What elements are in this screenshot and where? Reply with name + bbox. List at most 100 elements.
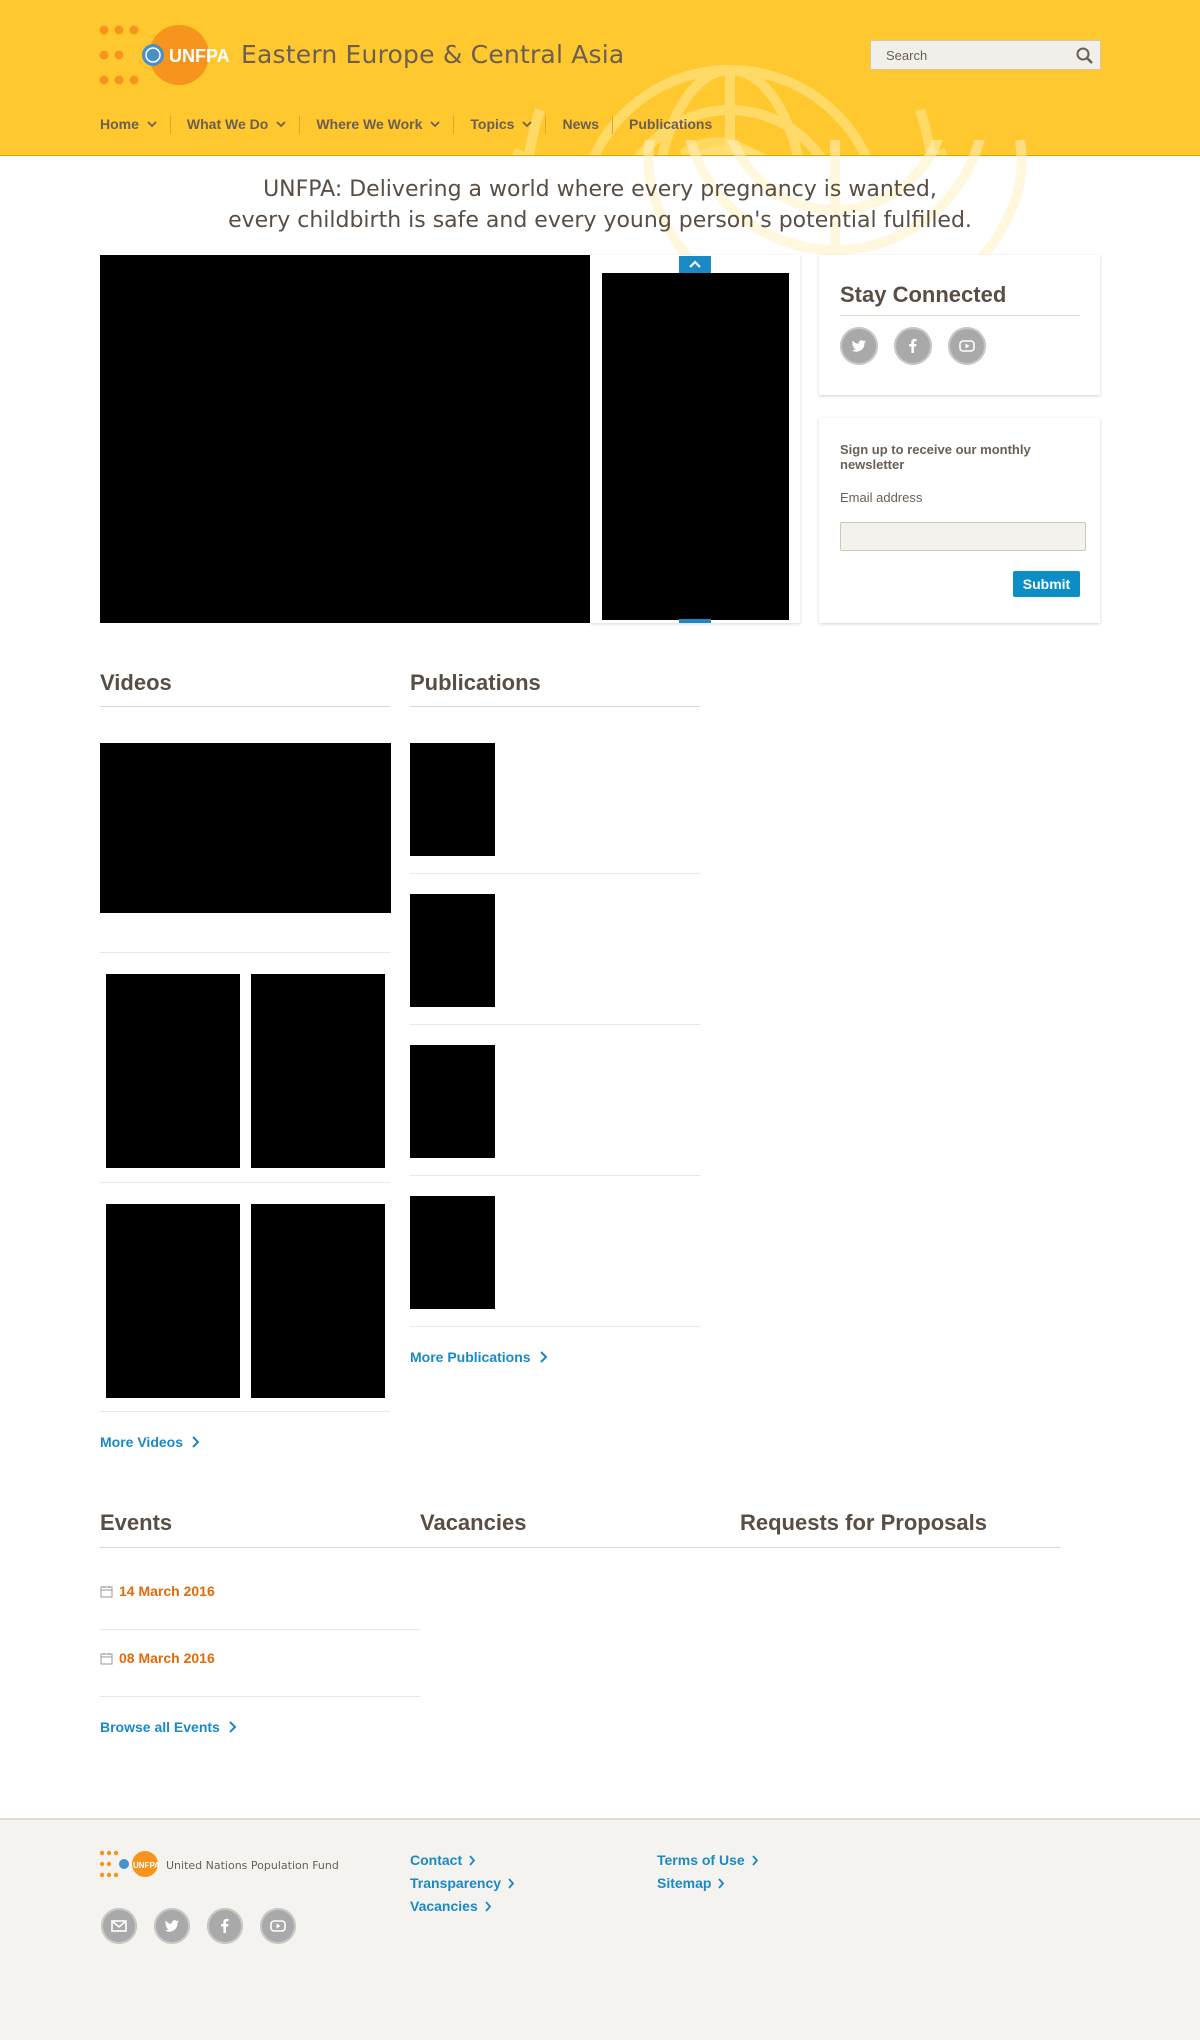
carousel-up-button[interactable] [679, 256, 711, 273]
nav-item-where-we-work[interactable]: Where We Work [316, 112, 455, 136]
publication-cover[interactable] [410, 1045, 495, 1158]
unfpa-logo-small[interactable]: UNFPA [99, 1850, 159, 1878]
footer-link-label: Vacancies [410, 1898, 478, 1914]
divider [100, 706, 390, 707]
requests-for-proposals-heading: Requests for Proposals [740, 1510, 987, 1535]
nav-label: Where We Work [316, 116, 423, 132]
divider [100, 1696, 420, 1697]
nav-label: Publications [629, 116, 713, 132]
chevron-right-icon [469, 1854, 476, 1866]
carousel-thumbnail-image[interactable] [602, 273, 789, 620]
footer-link-contact[interactable]: Contact [410, 1852, 476, 1868]
submit-button[interactable]: Submit [1013, 571, 1080, 597]
logo-text: UNFPA [133, 1861, 159, 1870]
chevron-up-icon [689, 260, 701, 268]
divider [410, 1326, 700, 1327]
nav-item-what-we-do[interactable]: What We Do [187, 112, 301, 136]
facebook-icon[interactable] [207, 1908, 243, 1944]
email-label: Email address [840, 490, 923, 505]
more-videos-link[interactable]: More Videos [100, 1434, 200, 1450]
calendar-icon [100, 1652, 113, 1664]
email-field[interactable] [840, 522, 1086, 551]
publications-heading: Publications [410, 670, 541, 695]
search-box[interactable] [870, 40, 1101, 70]
nav-item-news[interactable]: News [562, 112, 613, 136]
chevron-down-icon [276, 121, 286, 128]
divider [100, 1547, 1060, 1548]
newsletter-card: Sign up to receive our monthly newslette… [819, 418, 1100, 623]
event-date: 14 March 2016 [119, 1583, 215, 1599]
chevron-right-icon [539, 1351, 547, 1363]
browse-all-events-label: Browse all Events [100, 1719, 220, 1735]
chevron-down-icon [430, 121, 441, 128]
chevron-right-icon [485, 1900, 491, 1912]
twitter-icon[interactable] [840, 327, 878, 365]
tagline: UNFPA: Delivering a world where every pr… [0, 174, 1200, 236]
nav-label: Home [100, 116, 139, 132]
divider [100, 952, 390, 953]
footer-link-transparency[interactable]: Transparency [410, 1875, 515, 1891]
search-input[interactable] [871, 41, 1071, 69]
footer-org-name: United Nations Population Fund [166, 1859, 339, 1872]
divider [410, 706, 700, 707]
video-thumbnail[interactable] [251, 1204, 385, 1398]
video-thumbnail-featured[interactable] [100, 743, 391, 913]
site-title[interactable]: Eastern Europe & Central Asia [241, 40, 624, 69]
social-links [840, 327, 986, 365]
tagline-line-2: every childbirth is safe and every young… [228, 208, 972, 233]
event-item[interactable]: 08 March 2016 [100, 1650, 215, 1666]
facebook-icon[interactable] [894, 327, 932, 365]
event-item[interactable]: 14 March 2016 [100, 1583, 215, 1599]
more-publications-label: More Publications [410, 1349, 531, 1365]
publication-cover[interactable] [410, 743, 495, 856]
footer-link-sitemap[interactable]: Sitemap [657, 1875, 725, 1891]
site-header: UNFPA Eastern Europe & Central Asia Home… [0, 0, 1200, 156]
footer-link-label: Contact [410, 1852, 463, 1868]
twitter-icon[interactable] [154, 1908, 190, 1944]
vacancies-heading: Vacancies [420, 1510, 527, 1535]
featured-slide-image[interactable] [100, 255, 591, 623]
chevron-right-icon [718, 1877, 725, 1889]
newsletter-title: Sign up to receive our monthly newslette… [840, 442, 1031, 472]
footer-link-vacancies[interactable]: Vacancies [410, 1898, 492, 1914]
nav-item-topics[interactable]: Topics [470, 112, 547, 136]
main-nav: Home What We Do Where We Work Topics New… [100, 110, 742, 138]
publication-cover[interactable] [410, 894, 495, 1007]
search-icon[interactable] [1075, 46, 1095, 66]
nav-label: News [562, 116, 600, 132]
videos-heading: Videos [100, 670, 172, 695]
divider [410, 1024, 700, 1025]
video-thumbnail[interactable] [251, 974, 385, 1168]
divider [410, 1175, 700, 1176]
carousel-down-button[interactable] [679, 619, 711, 623]
video-thumbnail[interactable] [106, 974, 240, 1168]
calendar-icon [100, 1585, 113, 1597]
more-videos-label: More Videos [100, 1434, 183, 1450]
chevron-down-icon [522, 121, 533, 128]
chevron-right-icon [229, 1721, 237, 1733]
footer-link-label: Sitemap [657, 1875, 712, 1891]
browse-all-events-link[interactable]: Browse all Events [100, 1719, 237, 1735]
footer-link-terms-of-use[interactable]: Terms of Use [657, 1852, 759, 1868]
stay-connected-title: Stay Connected [840, 282, 1007, 307]
youtube-icon[interactable] [260, 1908, 296, 1944]
chevron-right-icon [192, 1436, 200, 1448]
logo-text: UNFPA [169, 46, 230, 66]
email-icon[interactable] [101, 1908, 137, 1944]
divider [100, 1629, 420, 1630]
footer-link-label: Transparency [410, 1875, 502, 1891]
nav-item-publications[interactable]: Publications [629, 112, 726, 136]
more-publications-link[interactable]: More Publications [410, 1349, 548, 1365]
chevron-right-icon [508, 1877, 515, 1889]
divider [840, 315, 1080, 316]
video-thumbnail[interactable] [106, 1204, 240, 1398]
stay-connected-card: Stay Connected [819, 255, 1100, 395]
unfpa-logo[interactable]: UNFPA [99, 24, 233, 86]
youtube-icon[interactable] [948, 327, 986, 365]
nav-item-home[interactable]: Home [100, 112, 171, 136]
nav-label: Topics [470, 116, 515, 132]
publication-cover[interactable] [410, 1196, 495, 1309]
divider [410, 873, 700, 874]
footer-social-links [101, 1908, 296, 1944]
chevron-right-icon [751, 1854, 758, 1866]
